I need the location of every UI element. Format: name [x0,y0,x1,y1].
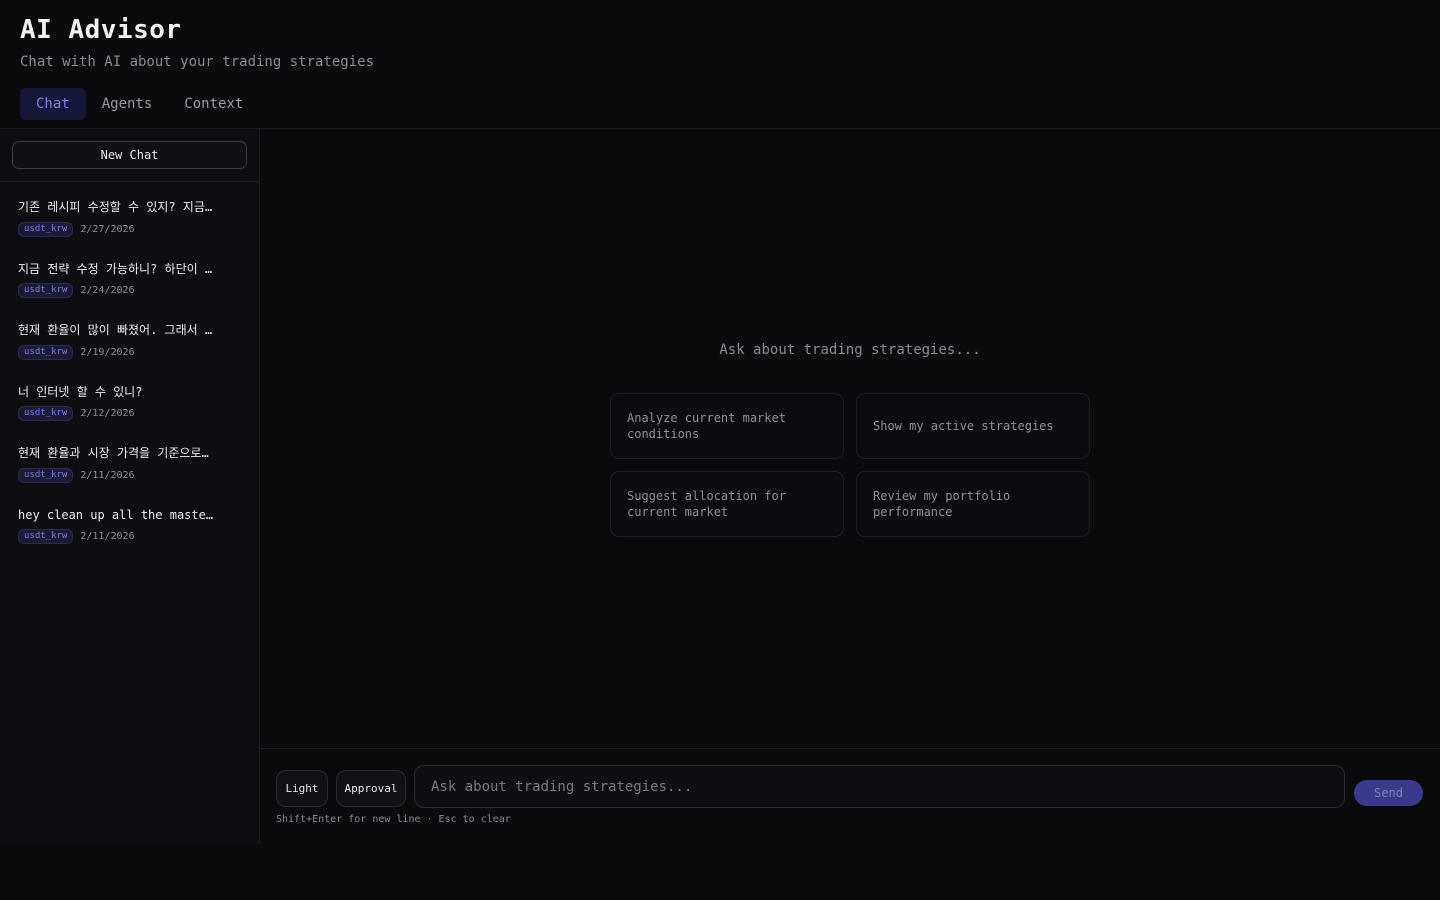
chat-history-date: 2/11/2026 [80,469,135,481]
keyboard-hint: Shift+Enter for new line · Esc to clear [276,814,511,825]
send-button[interactable]: Send [1354,780,1423,806]
chat-history-meta: usdt_krw 2/11/2026 [18,529,241,545]
tab-bar: Chat Agents Context [20,88,259,120]
page-title: AI Advisor [20,15,182,45]
suggestion-text: Show my active strategies [873,419,1054,433]
page-subtitle: Chat with AI about your trading strategi… [20,54,375,70]
empty-state-prompt: Ask about trading strategies... [719,342,981,358]
market-tag-badge: usdt_krw [18,221,74,237]
chat-history-meta: usdt_krw 2/12/2026 [18,406,241,422]
chat-history-date: 2/19/2026 [80,346,135,358]
market-tag-badge: usdt_krw [18,406,74,422]
chat-history-title: 기존 레시피 수정할 수 있지? 지금 … [18,200,214,214]
tab-chat[interactable]: Chat [20,88,86,120]
market-tag-badge: usdt_krw [18,283,74,299]
chat-history-item[interactable]: hey clean up all the maste… usdt_krw 2/1… [0,499,259,561]
chat-history-meta: usdt_krw 2/19/2026 [18,344,241,360]
suggestion-card-suggest-allocation[interactable]: Suggest allocation for current market [610,471,844,537]
chat-message-input[interactable] [414,765,1345,808]
chat-history-meta: usdt_krw 2/24/2026 [18,283,241,299]
suggestion-text: Suggest allocation for current market [627,489,786,519]
suggestion-card-portfolio-performance[interactable]: Review my portfolio performance [856,471,1090,537]
chat-history-item[interactable]: 너 인터넷 할 수 있니? usdt_krw 2/12/2026 [0,376,259,438]
light-mode-button[interactable]: Light [276,770,328,807]
chat-history-item[interactable]: 현재 환율과 시장 가격을 기준으로,… usdt_krw 2/11/2026 [0,437,259,499]
approval-mode-button[interactable]: Approval [336,770,406,807]
chat-history-sidebar: New Chat 기존 레시피 수정할 수 있지? 지금 … usdt_krw … [0,129,260,844]
market-tag-badge: usdt_krw [18,467,74,483]
chat-history-item[interactable]: 기존 레시피 수정할 수 있지? 지금 … usdt_krw 2/27/2026 [0,191,259,253]
chat-history-title: 현재 환율이 많이 빠졌어. 그래서 … [18,323,213,338]
chat-history-title: hey clean up all the maste… [18,507,214,522]
suggestion-text: Analyze current market conditions [627,411,786,441]
chat-history-title: 지금 전략 수정 가능하니? 하단이 … [18,261,213,276]
chat-history-date: 2/24/2026 [80,285,135,297]
chat-history-item[interactable]: 현재 환율이 많이 빠졌어. 그래서 … usdt_krw 2/19/2026 [0,314,259,376]
chat-history-meta: usdt_krw 2/27/2026 [18,221,241,237]
tab-context[interactable]: Context [168,88,259,120]
chat-history-date: 2/12/2026 [80,408,135,420]
chat-history-date: 2/11/2026 [80,531,135,543]
market-tag-badge: usdt_krw [18,344,74,360]
composer-bar: Light Approval Send Shift+Enter for new … [260,748,1440,844]
page-bottom-area [0,844,1440,900]
suggestion-card-active-strategies[interactable]: Show my active strategies [856,393,1090,459]
suggestion-text: Review my portfolio performance [873,489,1011,519]
chat-history-date: 2/27/2026 [80,223,135,235]
app-header: AI Advisor Chat with AI about your tradi… [0,0,1440,129]
new-chat-button[interactable]: New Chat [12,141,247,169]
chat-main-panel: Ask about trading strategies... Analyze … [260,129,1440,748]
sidebar-divider [0,181,259,182]
chat-history-title: 너 인터넷 할 수 있니? [18,384,143,399]
chat-history-title: 현재 환율과 시장 가격을 기준으로,… [18,446,214,461]
suggestion-card-analyze-market[interactable]: Analyze current market conditions [610,393,844,459]
market-tag-badge: usdt_krw [18,529,74,545]
tab-agents[interactable]: Agents [86,88,169,120]
chat-history-list: 기존 레시피 수정할 수 있지? 지금 … usdt_krw 2/27/2026… [0,191,259,561]
chat-history-item[interactable]: 지금 전략 수정 가능하니? 하단이 … usdt_krw 2/24/2026 [0,253,259,315]
chat-history-meta: usdt_krw 2/11/2026 [18,467,241,483]
